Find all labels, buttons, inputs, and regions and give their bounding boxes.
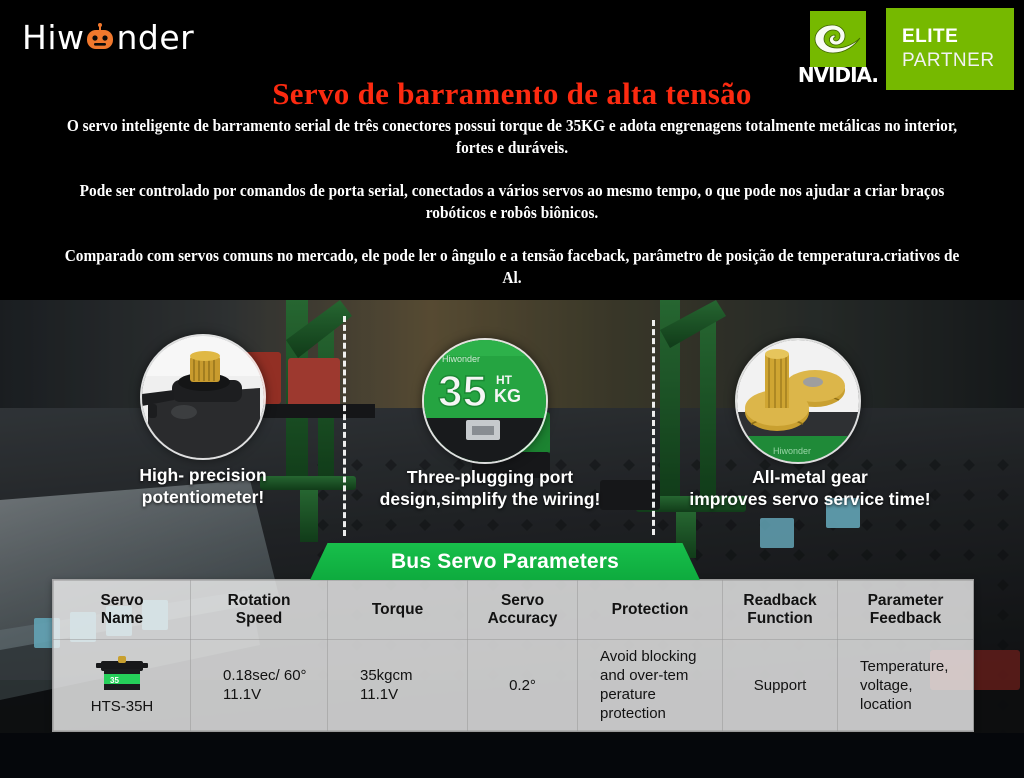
nvidia-eye-icon bbox=[809, 11, 866, 67]
feature-caption-1-line1: High- precision bbox=[139, 465, 267, 485]
logo-text-suffix: nder bbox=[116, 18, 195, 57]
header-line1: Servo bbox=[500, 592, 545, 609]
table-header-row: Servo Name Rotation Speed Torque Servo A… bbox=[53, 580, 974, 640]
banner-label: Bus Servo Parameters bbox=[390, 549, 620, 573]
rotation-speed-line2: 11.1V bbox=[223, 686, 262, 703]
hts-35h-servo-photo-icon: 35 bbox=[96, 656, 148, 690]
protection-line2: and over-tem bbox=[600, 667, 689, 684]
cell-servo-name: 35 HTS-35H bbox=[53, 639, 191, 731]
parameter-feedback-line3: location bbox=[860, 695, 912, 713]
hiwonder-logo: Hiw nder bbox=[22, 18, 194, 57]
cell-readback-function: Support bbox=[722, 639, 838, 731]
feature-circle-plugging-port: Hiwonder 35 HT KG bbox=[422, 338, 548, 464]
header-line1: Servo bbox=[100, 592, 144, 609]
logo-text-prefix: Hiw bbox=[22, 18, 85, 57]
intro-paragraph-2: Pode ser controlado por comandos de port… bbox=[79, 181, 945, 222]
rotation-speed-line1: 0.18sec/ 60° bbox=[223, 667, 307, 684]
page-title: Servo de barramento de alta tensão bbox=[272, 76, 752, 111]
potentiometer-closeup-icon bbox=[142, 336, 264, 458]
header-line1: Torque bbox=[371, 601, 424, 618]
protection-line4: protection bbox=[600, 705, 666, 722]
feature-caption-3-line2: improves servo service time! bbox=[689, 489, 931, 509]
feature-caption-3-line1: All-metal gear bbox=[752, 467, 868, 487]
metal-gear-closeup-icon: Hiwonder bbox=[737, 340, 859, 462]
parameter-feedback-line1: Temperature, bbox=[860, 657, 949, 675]
servo-port-closeup-icon: Hiwonder 35 HT KG bbox=[424, 340, 546, 462]
cell-servo-accuracy: 0.2° bbox=[467, 639, 578, 731]
torque-line1: 35kgcm bbox=[360, 667, 413, 684]
page-header: Hiw nder NVIDIA. ELITE PARTNER Servo de … bbox=[0, 0, 1024, 300]
svg-text:Hiwonder: Hiwonder bbox=[773, 446, 811, 456]
robot-head-icon bbox=[85, 22, 115, 53]
cell-rotation-speed: 0.18sec/ 60° 11.1V bbox=[190, 639, 328, 731]
column-header-readback-function: Readback Function bbox=[722, 580, 838, 640]
feature-circle-potentiometer bbox=[140, 334, 266, 460]
protection-line1: Avoid blocking bbox=[600, 648, 697, 665]
feature-caption-3: All-metal gear improves servo service ti… bbox=[655, 466, 965, 510]
table-row: 35 HTS-35H 0.18sec/ 60° 11.1V 35kgcm 11.… bbox=[53, 639, 974, 731]
header-line1: Parameter bbox=[867, 592, 944, 609]
header-line1: Readback bbox=[743, 592, 817, 609]
column-header-torque: Torque bbox=[327, 580, 468, 640]
bus-servo-parameters-table: Servo Name Rotation Speed Torque Servo A… bbox=[52, 579, 974, 732]
column-header-rotation-speed: Rotation Speed bbox=[190, 580, 328, 640]
header-line2: Function bbox=[747, 610, 813, 627]
torque-line2: 11.1V bbox=[360, 686, 399, 703]
cell-parameter-feedback: Temperature, voltage, location bbox=[837, 639, 974, 731]
cell-torque: 35kgcm 11.1V bbox=[327, 639, 468, 731]
column-header-parameter-feedback: Parameter Feedback bbox=[837, 580, 974, 640]
cell-protection: Avoid blocking and over-tem perature pro… bbox=[577, 639, 723, 731]
servo-name-label: HTS-35H bbox=[90, 698, 154, 715]
feature-caption-2: Three-plugging port design,simplify the … bbox=[345, 466, 635, 510]
header-line2: Feedback bbox=[869, 610, 942, 627]
intro-paragraph-3: Comparado com servos comuns no mercado, … bbox=[64, 246, 960, 287]
partner-label: PARTNER bbox=[902, 50, 995, 71]
feature-caption-2-line2: design,simplify the wiring! bbox=[379, 489, 601, 509]
page-footer-bar bbox=[0, 733, 1024, 778]
header-line2: Name bbox=[100, 610, 144, 627]
bus-servo-parameters-banner: Bus Servo Parameters bbox=[310, 543, 700, 580]
header-line2: Speed bbox=[235, 610, 283, 627]
column-header-protection: Protection bbox=[577, 580, 723, 640]
feature-caption-2-line1: Three-plugging port bbox=[406, 467, 574, 487]
header-line1: Rotation bbox=[227, 592, 291, 609]
product-infographic-page: Hiwonder 35 HT KG Hiwonder High- precisi… bbox=[0, 0, 1024, 778]
column-header-servo-name: Servo Name bbox=[53, 580, 191, 640]
feature-caption-1: High- precision potentiometer! bbox=[58, 464, 348, 508]
header-line1: Protection bbox=[611, 601, 689, 618]
header-line2: Accuracy bbox=[487, 610, 558, 627]
intro-paragraph-1: O servo inteligente de barramento serial… bbox=[66, 116, 958, 157]
feature-caption-1-line2: potentiometer! bbox=[141, 487, 265, 507]
svg-text:35: 35 bbox=[110, 676, 119, 685]
column-header-servo-accuracy: Servo Accuracy bbox=[467, 580, 578, 640]
protection-line3: perature bbox=[600, 686, 656, 703]
elite-label: ELITE bbox=[902, 26, 959, 48]
parameter-feedback-line2: voltage, bbox=[860, 676, 913, 694]
feature-circle-metal-gear: Hiwonder bbox=[735, 338, 861, 464]
